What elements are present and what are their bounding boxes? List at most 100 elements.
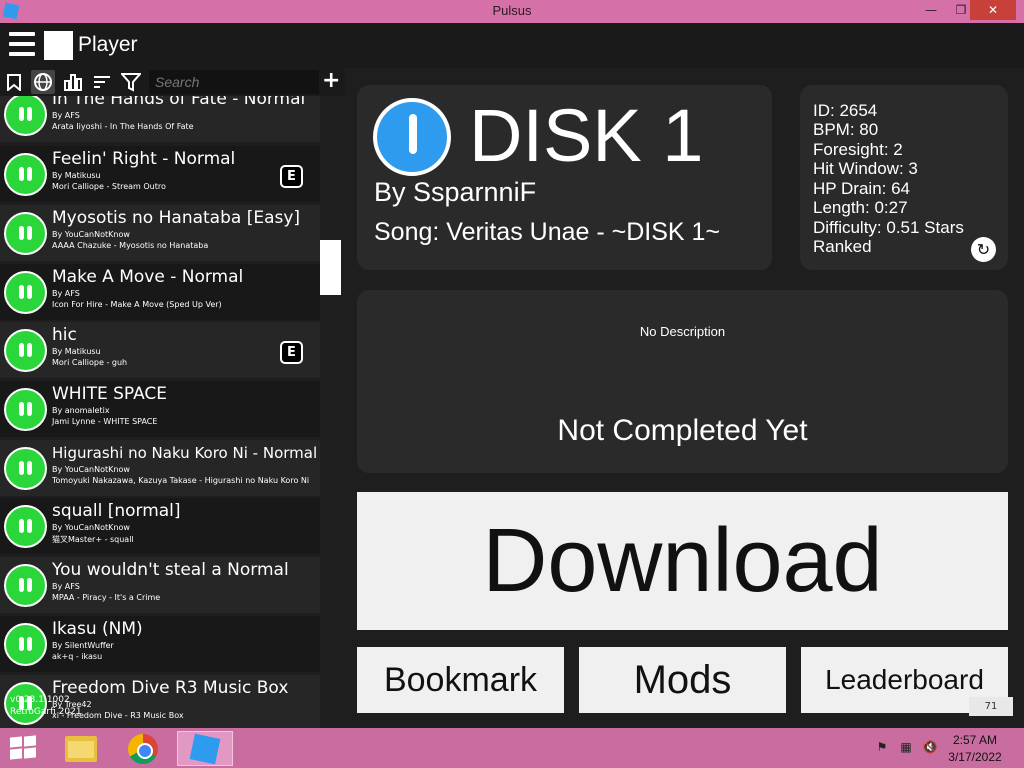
song-list-item[interactable]: Feelin' Right - Normal By Matikusu Mori … bbox=[0, 146, 320, 202]
song-mapper: By YouCanNotKnow bbox=[52, 230, 130, 239]
clock-date[interactable]: 3/17/2022 bbox=[940, 750, 1010, 764]
file-explorer-button[interactable] bbox=[53, 731, 109, 766]
sort-icon[interactable] bbox=[90, 70, 114, 94]
stat-foresight: Foresight: 2 bbox=[813, 140, 903, 159]
stat-hit-window: Hit Window: 3 bbox=[813, 159, 918, 178]
stat-id: ID: 2654 bbox=[813, 101, 878, 120]
song-mapper: By AFS bbox=[52, 111, 80, 120]
map-author: By SsparnniF bbox=[374, 177, 537, 207]
stat-status: Ranked bbox=[813, 237, 872, 256]
windows-taskbar: ⚑ ▦ 🔇 2:57 AM 3/17/2022 bbox=[0, 728, 1024, 768]
song-play-icon bbox=[4, 96, 47, 136]
song-mapper: By AFS bbox=[52, 289, 80, 298]
song-play-icon bbox=[4, 329, 47, 372]
bookmark-icon[interactable] bbox=[2, 70, 26, 94]
song-mapper: By Matikusu bbox=[52, 347, 101, 356]
song-list-scrollbar[interactable] bbox=[320, 240, 341, 295]
page-counter: 71 bbox=[969, 697, 1013, 716]
song-source: Tomoyuki Nakazawa, Kazuya Takase - Higur… bbox=[52, 476, 310, 485]
player-label[interactable]: Player bbox=[78, 33, 138, 57]
app-header: Player bbox=[0, 23, 1024, 68]
song-source: AAAA Chazuke - Myosotis no Hanataba bbox=[52, 241, 209, 250]
explicit-badge: E bbox=[280, 165, 303, 188]
song-source: ak+q - ikasu bbox=[52, 652, 103, 661]
search-input[interactable]: Search bbox=[149, 70, 319, 94]
hamburger-menu-icon[interactable] bbox=[9, 32, 35, 56]
globe-icon[interactable] bbox=[31, 70, 55, 94]
song-list-item[interactable]: Make A Move - Normal By AFS Icon For Hir… bbox=[0, 264, 320, 320]
song-mapper: By YouCanNotKnow bbox=[52, 465, 130, 474]
song-list-item[interactable]: WHITE SPACE By anomaletix Jami Lynne - W… bbox=[0, 381, 320, 437]
map-song: Song: Veritas Unae - ~DISK 1~ bbox=[374, 218, 721, 246]
song-list-item[interactable]: In The Hands of Fate - Normal By AFS Ara… bbox=[0, 96, 320, 142]
download-button[interactable]: Download bbox=[357, 492, 1008, 630]
chrome-icon bbox=[128, 733, 158, 764]
song-title: Myosotis no Hanataba [Easy] bbox=[52, 208, 301, 228]
stat-bpm: BPM: 80 bbox=[813, 120, 879, 139]
map-description: No Description bbox=[639, 324, 726, 339]
windows-start-icon[interactable] bbox=[10, 735, 38, 761]
player-avatar[interactable] bbox=[44, 31, 73, 60]
action-center-flag-icon[interactable]: ⚑ bbox=[874, 739, 890, 755]
mods-button[interactable]: Mods bbox=[579, 647, 786, 713]
completion-status: Not Completed Yet bbox=[557, 414, 808, 447]
bookmark-button[interactable]: Bookmark bbox=[357, 647, 564, 713]
song-source: Arata Iiyoshi - In The Hands Of Fate bbox=[52, 122, 194, 131]
version-credit: RetroGarfi 2021 bbox=[10, 707, 82, 717]
version-label: v0.23.1.1002 RetroGarfi 2021 bbox=[10, 694, 82, 718]
song-list-item[interactable]: Myosotis no Hanataba [Easy] By YouCanNot… bbox=[0, 205, 320, 261]
song-play-icon bbox=[4, 447, 47, 490]
stat-length: Length: 0:27 bbox=[813, 198, 908, 217]
add-button[interactable]: + bbox=[322, 68, 340, 93]
map-stats-panel: ID: 2654 BPM: 80 Foresight: 2 Hit Window… bbox=[800, 85, 1008, 270]
explicit-badge: E bbox=[280, 341, 303, 364]
song-source: Mori Calliope - Stream Outro bbox=[52, 182, 166, 191]
song-list-item[interactable]: Higurashi no Naku Koro Ni - Normal By Yo… bbox=[0, 440, 320, 496]
pulsus-icon bbox=[189, 733, 221, 764]
song-list: In The Hands of Fate - Normal By AFS Ara… bbox=[0, 96, 320, 728]
song-mapper: By AFS bbox=[52, 582, 80, 591]
song-source: Mori Calliope - guh bbox=[52, 358, 128, 367]
song-title: WHITE SPACE bbox=[52, 384, 168, 404]
song-play-icon bbox=[4, 153, 47, 196]
pulsus-taskbar-button[interactable] bbox=[177, 731, 233, 766]
volume-muted-icon[interactable]: 🔇 bbox=[922, 739, 938, 755]
song-list-item[interactable]: You wouldn't steal a Normal By AFS MPAA … bbox=[0, 557, 320, 613]
song-list-item[interactable]: Ikasu (NM) By SilentWuffer ak+q - ikasu bbox=[0, 616, 320, 672]
minimize-button[interactable]: — bbox=[916, 0, 946, 20]
clock-time[interactable]: 2:57 AM bbox=[940, 733, 1010, 747]
network-icon[interactable]: ▦ bbox=[898, 739, 914, 755]
filter-icon[interactable] bbox=[119, 70, 143, 94]
song-play-icon bbox=[4, 505, 47, 548]
song-play-icon bbox=[4, 212, 47, 255]
song-title: You wouldn't steal a Normal bbox=[52, 560, 289, 580]
song-list-item[interactable]: hic By Matikusu Mori Calliope - guh E bbox=[0, 322, 320, 378]
song-title: Higurashi no Naku Koro Ni - Normal bbox=[52, 444, 318, 462]
song-source: MPAA - Piracy - It's a Crime bbox=[52, 593, 161, 602]
map-title: DISK 1 bbox=[469, 94, 704, 177]
song-list-item[interactable]: squall [normal] By YouCanNotKnow 猫叉Maste… bbox=[0, 498, 320, 554]
song-source: Jami Lynne - WHITE SPACE bbox=[52, 417, 158, 426]
description-panel: No Description Not Completed Yet bbox=[357, 290, 1008, 473]
song-title: In The Hands of Fate - Normal bbox=[52, 96, 306, 109]
window-titlebar: Pulsus — ❐ ✕ bbox=[0, 0, 1024, 23]
song-source: Icon For Hire - Make A Move (Sped Up Ver… bbox=[52, 300, 222, 309]
refresh-icon[interactable]: ↻ bbox=[971, 237, 996, 262]
map-info-panel: DISK 1 By SsparnniF Song: Veritas Unae -… bbox=[357, 85, 772, 270]
song-source: 猫叉Master+ - squall bbox=[52, 535, 134, 544]
song-mapper: By YouCanNotKnow bbox=[52, 523, 130, 532]
stat-hp-drain: HP Drain: 64 bbox=[813, 179, 911, 198]
close-button[interactable]: ✕ bbox=[970, 0, 1016, 20]
song-mapper: By Matikusu bbox=[52, 171, 101, 180]
song-list-toolbar: Search + bbox=[0, 68, 345, 96]
chart-icon[interactable] bbox=[61, 70, 85, 94]
song-play-icon bbox=[4, 271, 47, 314]
version-number: v0.23.1.1002 bbox=[10, 695, 70, 705]
song-title: squall [normal] bbox=[52, 501, 181, 521]
song-mapper: By SilentWuffer bbox=[52, 641, 114, 650]
song-title: Feelin' Right - Normal bbox=[52, 149, 236, 169]
song-title: Freedom Dive R3 Music Box bbox=[52, 678, 289, 698]
song-play-icon bbox=[4, 388, 47, 431]
song-title: Ikasu (NM) bbox=[52, 619, 143, 639]
chrome-button[interactable] bbox=[115, 731, 171, 766]
